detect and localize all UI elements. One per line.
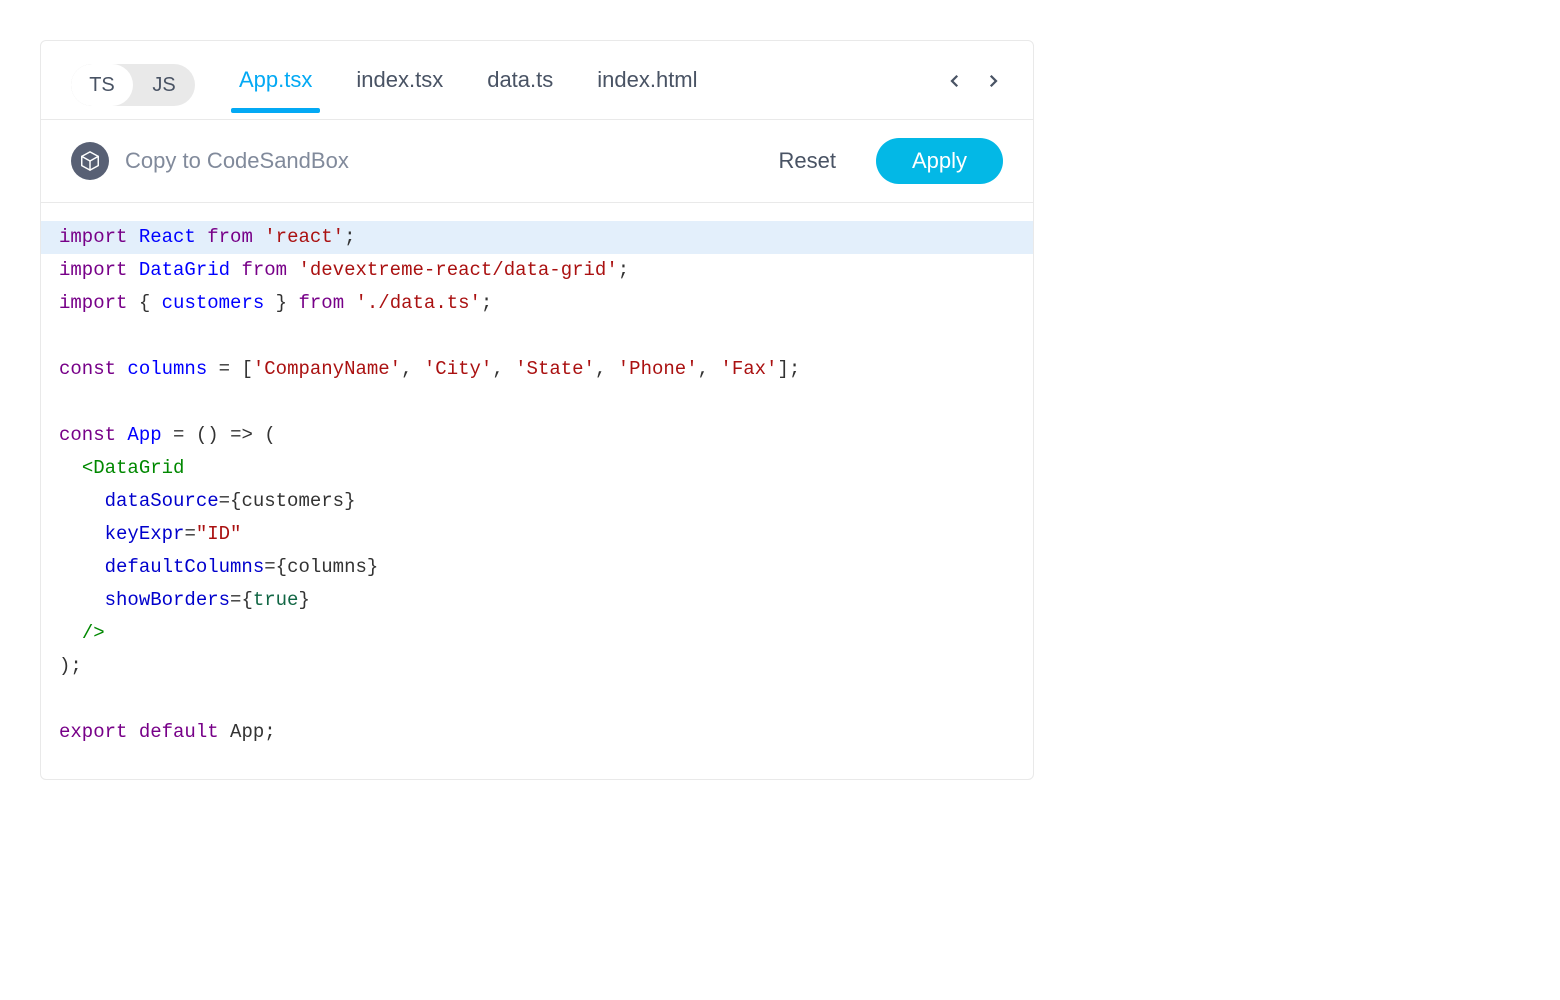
tab-nav-arrows [945,71,1003,91]
code-panel: TS JS App.tsx index.tsx data.ts index.ht… [40,40,1034,780]
codesandbox-icon[interactable] [71,142,109,180]
copy-to-codesandbox-link[interactable]: Copy to CodeSandBox [125,148,762,174]
code-line[interactable]: /> [41,617,1033,650]
code-line[interactable]: ); [41,650,1033,683]
code-line[interactable]: showBorders={true} [41,584,1033,617]
code-line[interactable] [41,683,1033,716]
apply-button[interactable]: Apply [876,138,1003,184]
chevron-left-icon[interactable] [945,71,965,91]
chevron-right-icon[interactable] [983,71,1003,91]
code-line[interactable]: const App = () => ( [41,419,1033,452]
tab-data-ts[interactable]: data.ts [487,61,553,109]
code-editor[interactable]: import React from 'react';import DataGri… [41,203,1033,779]
code-line[interactable]: import React from 'react'; [41,221,1033,254]
tab-app-tsx[interactable]: App.tsx [239,61,312,109]
code-line[interactable]: <DataGrid [41,452,1033,485]
lang-toggle: TS JS [71,64,195,106]
code-line[interactable] [41,386,1033,419]
panel-header: TS JS App.tsx index.tsx data.ts index.ht… [41,41,1033,119]
reset-link[interactable]: Reset [778,148,835,174]
code-line[interactable]: import DataGrid from 'devextreme-react/d… [41,254,1033,287]
code-line[interactable]: const columns = ['CompanyName', 'City', … [41,353,1033,386]
tab-index-tsx[interactable]: index.tsx [356,61,443,109]
tab-index-html[interactable]: index.html [597,61,697,109]
actions-bar: Copy to CodeSandBox Reset Apply [41,120,1033,202]
file-tabs: App.tsx index.tsx data.ts index.html [239,61,925,109]
code-line[interactable]: defaultColumns={columns} [41,551,1033,584]
code-line[interactable]: dataSource={customers} [41,485,1033,518]
code-line[interactable] [41,320,1033,353]
code-line[interactable]: import { customers } from './data.ts'; [41,287,1033,320]
lang-option-ts[interactable]: TS [71,64,133,106]
code-line[interactable]: export default App; [41,716,1033,749]
code-line[interactable]: keyExpr="ID" [41,518,1033,551]
lang-option-js[interactable]: JS [133,64,195,106]
